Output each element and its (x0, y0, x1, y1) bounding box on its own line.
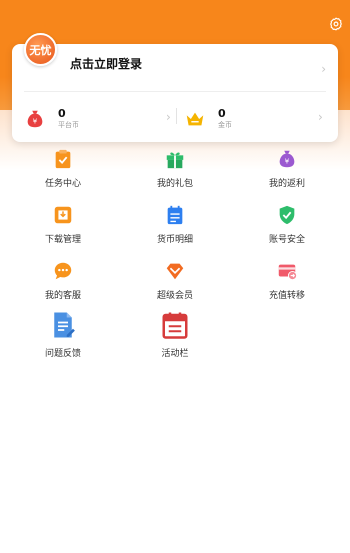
menu-item-label: 问题反馈 (44, 349, 81, 359)
download-tray-icon (54, 206, 72, 224)
rebate-bag-icon: ¥ (279, 150, 295, 168)
menu-item-label: 充值转移 (268, 291, 305, 301)
menu-item-my-gifts[interactable]: 我的礼包 (135, 148, 215, 189)
chat-bubble-icon (54, 262, 72, 280)
gold-coin-chevron-icon[interactable]: › (318, 110, 323, 124)
avatar-text: 无忧 (29, 43, 52, 57)
card-transfer-icon (278, 264, 298, 281)
menu-item-label: 账号安全 (268, 235, 305, 245)
menu-item-label: 任务中心 (44, 179, 81, 189)
platform-coin-label: 平台币 (58, 121, 79, 129)
ledger-icon (167, 205, 183, 225)
menu-item-recharge-transfer[interactable]: 充值转移 (247, 260, 327, 301)
platform-coin-balance[interactable]: ¥ 0 平台币 (24, 105, 79, 133)
menu-item-download-manager[interactable]: 下载管理 (23, 204, 103, 245)
menu-item-activities[interactable]: 活动栏 (135, 310, 215, 359)
feedback-doc-icon (54, 312, 75, 338)
menu-item-label: 我的返利 (268, 179, 305, 189)
login-prompt[interactable]: 点击立即登录 (70, 55, 142, 72)
menu-item-customer-service[interactable]: 我的客服 (23, 260, 103, 301)
task-clipboard-icon (55, 149, 71, 169)
menu-item-my-rebates[interactable]: ¥ 我的返利 (247, 148, 327, 189)
settings-gear-icon[interactable] (328, 16, 344, 32)
menu-item-label: 货币明细 (156, 235, 193, 245)
gold-coin-balance[interactable]: 0 金币 (184, 105, 232, 133)
platform-coin-chevron-icon[interactable]: › (166, 110, 171, 124)
menu-item-feedback[interactable]: 问题反馈 (23, 310, 103, 359)
menu-item-label: 下载管理 (44, 235, 81, 245)
calendar-icon (162, 312, 188, 339)
menu-item-label: 超级会员 (156, 291, 193, 301)
money-bag-icon: ¥ (27, 110, 43, 128)
login-chevron-icon[interactable]: › (321, 62, 326, 76)
gift-icon (166, 152, 184, 169)
balance-separator (176, 108, 177, 124)
platform-coin-value: 0 (58, 107, 66, 120)
diamond-icon (166, 263, 184, 280)
menu-item-account-security[interactable]: 账号安全 (247, 204, 327, 245)
gold-coin-value: 0 (218, 107, 226, 120)
menu-item-label: 我的客服 (44, 291, 81, 301)
avatar[interactable]: 无忧 (24, 33, 57, 66)
svg-text:¥: ¥ (285, 157, 290, 166)
svg-text:¥: ¥ (33, 117, 38, 126)
menu-item-currency-details[interactable]: 货币明细 (135, 204, 215, 245)
menu-item-label: 活动栏 (161, 349, 189, 359)
crown-icon (186, 112, 204, 126)
menu-item-label: 我的礼包 (156, 179, 193, 189)
card-divider (24, 91, 326, 92)
menu-item-task-center[interactable]: 任务中心 (23, 148, 103, 189)
menu-item-super-vip[interactable]: 超级会员 (135, 260, 215, 301)
gold-coin-label: 金币 (218, 121, 232, 129)
shield-check-icon (279, 205, 295, 225)
